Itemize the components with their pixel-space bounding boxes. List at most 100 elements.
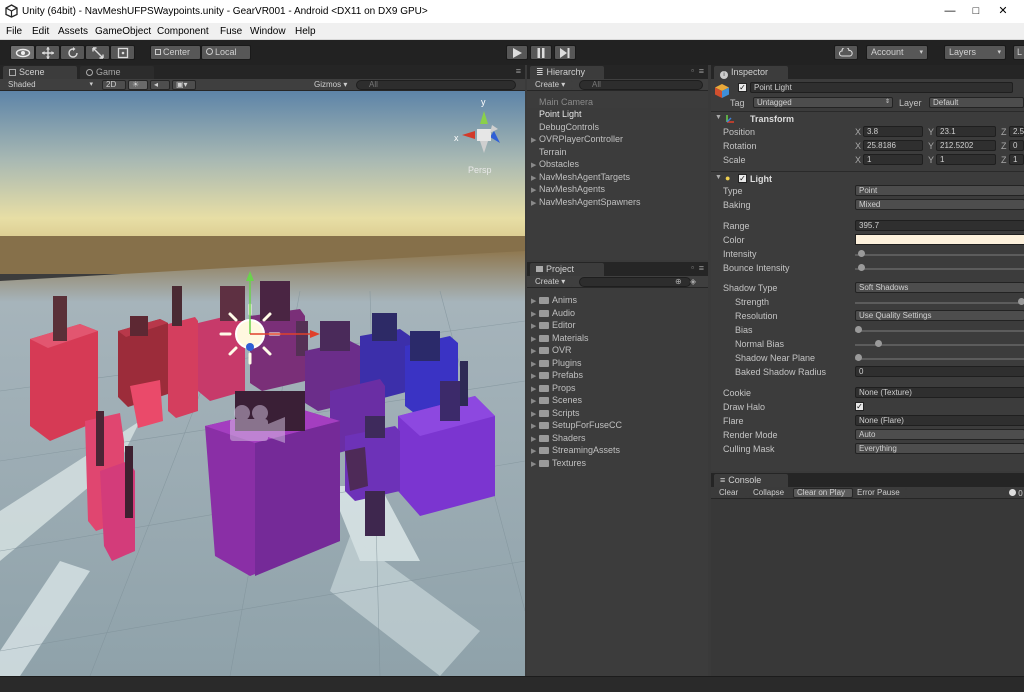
- scale-z-field[interactable]: 1: [1009, 154, 1024, 165]
- menu-help[interactable]: Help: [295, 26, 316, 37]
- scene-viewport[interactable]: y x Persp: [0, 91, 525, 676]
- color-swatch[interactable]: [855, 234, 1024, 245]
- tab-inspector[interactable]: i Inspector: [714, 66, 788, 79]
- bounce-intensity-slider[interactable]: [855, 268, 1024, 270]
- hierarchy-item[interactable]: DebugControls: [527, 121, 708, 133]
- bias-slider[interactable]: [855, 330, 1024, 332]
- project-folder[interactable]: ▶ Props: [527, 382, 708, 394]
- console-log-area[interactable]: [711, 500, 1024, 676]
- cloud-button[interactable]: [834, 45, 858, 60]
- console-collapse-button[interactable]: Collapse: [749, 488, 793, 498]
- lock-icon[interactable]: ▫: [691, 263, 694, 272]
- hand-tool-button[interactable]: [10, 45, 35, 60]
- light-enabled-checkbox[interactable]: ✓: [738, 174, 747, 183]
- hierarchy-item[interactable]: ▶ Obstacles: [527, 158, 708, 170]
- intensity-slider[interactable]: [855, 254, 1024, 256]
- normal-bias-slider-knob[interactable]: [874, 340, 882, 347]
- scene-audio-toggle[interactable]: ◂: [150, 80, 170, 90]
- hierarchy-item[interactable]: Point Light: [527, 108, 708, 120]
- collapse-arrow-icon[interactable]: ▼: [715, 114, 722, 121]
- range-field[interactable]: 395.7: [855, 220, 1024, 231]
- object-name-field[interactable]: Point Light: [750, 82, 1013, 93]
- persp-label[interactable]: Persp: [468, 165, 492, 175]
- menu-window[interactable]: Window: [250, 26, 286, 37]
- project-folder[interactable]: ▶ Prefabs: [527, 369, 708, 381]
- mode-2d-toggle[interactable]: 2D: [102, 80, 126, 90]
- position-z-field[interactable]: 2.5: [1009, 126, 1024, 137]
- menu-fuse[interactable]: Fuse: [220, 26, 242, 37]
- culling-mask-dropdown[interactable]: Everything: [855, 443, 1024, 454]
- render-mode-dropdown[interactable]: Auto: [855, 429, 1024, 440]
- panel-menu-icon[interactable]: ≡: [516, 66, 521, 76]
- console-info-counter[interactable]: 0: [1005, 488, 1024, 498]
- project-folder[interactable]: ▶ Editor: [527, 319, 708, 331]
- expand-arrow-icon[interactable]: ▶: [531, 459, 539, 471]
- filter-icon[interactable]: ⊕: [675, 277, 682, 286]
- tag-icon[interactable]: ◈: [690, 277, 696, 286]
- console-error-pause-button[interactable]: Error Pause: [853, 488, 907, 498]
- project-folder[interactable]: ▶ Scenes: [527, 394, 708, 406]
- hierarchy-item[interactable]: ▶ OVRPlayerController: [527, 133, 708, 145]
- scale-tool-button[interactable]: [85, 45, 110, 60]
- pivot-local-button[interactable]: Local: [201, 45, 251, 60]
- shading-mode-dropdown[interactable]: Shaded ▾: [4, 80, 96, 90]
- shadow-type-dropdown[interactable]: Soft Shadows: [855, 282, 1024, 293]
- project-folder[interactable]: ▶ Materials: [527, 332, 708, 344]
- position-y-field[interactable]: 23.1: [936, 126, 996, 137]
- type-dropdown[interactable]: Point: [855, 185, 1024, 196]
- layers-dropdown[interactable]: Layers ▾: [944, 45, 1006, 60]
- project-folder[interactable]: ▶ Shaders: [527, 432, 708, 444]
- gizmos-dropdown[interactable]: Gizmos ▾: [310, 80, 354, 90]
- expand-arrow-icon[interactable]: ▶: [531, 198, 539, 210]
- hierarchy-item[interactable]: ▶ NavMeshAgentSpawners: [527, 196, 708, 208]
- rotation-x-field[interactable]: 25.8186: [863, 140, 923, 151]
- draw-halo-checkbox[interactable]: ✓: [855, 402, 864, 411]
- scale-y-field[interactable]: 1: [936, 154, 996, 165]
- console-clear-button[interactable]: Clear: [715, 488, 747, 498]
- project-folder[interactable]: ▶ Plugins: [527, 357, 708, 369]
- account-dropdown[interactable]: Account ▾: [866, 45, 928, 60]
- cookie-field[interactable]: None (Texture): [855, 387, 1024, 398]
- flare-field[interactable]: None (Flare): [855, 415, 1024, 426]
- shadow-near-plane-slider[interactable]: [855, 358, 1024, 360]
- position-x-field[interactable]: 3.8: [863, 126, 923, 137]
- maximize-button[interactable]: □: [969, 4, 983, 18]
- layout-dropdown[interactable]: L: [1013, 45, 1024, 60]
- active-checkbox[interactable]: ✓: [738, 83, 747, 92]
- panel-menu-icon[interactable]: ≡: [699, 66, 704, 76]
- project-folder[interactable]: ▶ StreamingAssets: [527, 444, 708, 456]
- scene-lighting-toggle[interactable]: ☀: [128, 80, 148, 90]
- scene-search-input[interactable]: All: [356, 80, 516, 90]
- tab-project[interactable]: Project: [530, 263, 604, 276]
- shadow-near-plane-slider-knob[interactable]: [855, 354, 862, 361]
- play-button[interactable]: [506, 45, 528, 60]
- step-button[interactable]: [554, 45, 576, 60]
- baking-dropdown[interactable]: Mixed: [855, 199, 1024, 210]
- strength-slider[interactable]: [855, 302, 1024, 304]
- project-folder[interactable]: ▶ Audio: [527, 307, 708, 319]
- tab-scene[interactable]: Scene: [3, 66, 77, 79]
- rotation-y-field[interactable]: 212.5202: [936, 140, 996, 151]
- hierarchy-item[interactable]: ▶ NavMeshAgentTargets: [527, 171, 708, 183]
- lock-icon[interactable]: ▫: [691, 66, 694, 75]
- minimize-button[interactable]: —: [943, 4, 957, 18]
- scale-x-field[interactable]: 1: [863, 154, 923, 165]
- pivot-center-button[interactable]: Center: [150, 45, 201, 60]
- baked-shadow-radius-field[interactable]: 0: [855, 366, 1024, 377]
- menu-assets[interactable]: Assets: [58, 26, 88, 37]
- tab-hierarchy[interactable]: ≣ Hierarchy: [530, 66, 604, 79]
- layer-dropdown[interactable]: Default: [929, 97, 1024, 108]
- rect-tool-button[interactable]: [110, 45, 135, 60]
- transform-header[interactable]: ▼ Transform: [711, 111, 1024, 125]
- project-folder[interactable]: ▶ SetupForFuseCC: [527, 419, 708, 431]
- menu-component[interactable]: Component: [157, 26, 209, 37]
- menu-edit[interactable]: Edit: [32, 26, 49, 37]
- console-clear-on-play-button[interactable]: Clear on Play: [793, 488, 853, 498]
- move-tool-button[interactable]: [35, 45, 60, 60]
- light-header[interactable]: ▼ ● ✓ Light: [711, 171, 1024, 185]
- close-button[interactable]: ✕: [996, 4, 1010, 18]
- hierarchy-item[interactable]: Main Camera: [527, 96, 708, 108]
- strength-slider-knob[interactable]: [1018, 298, 1024, 305]
- pause-button[interactable]: [530, 45, 552, 60]
- resolution-dropdown[interactable]: Use Quality Settings: [855, 310, 1024, 321]
